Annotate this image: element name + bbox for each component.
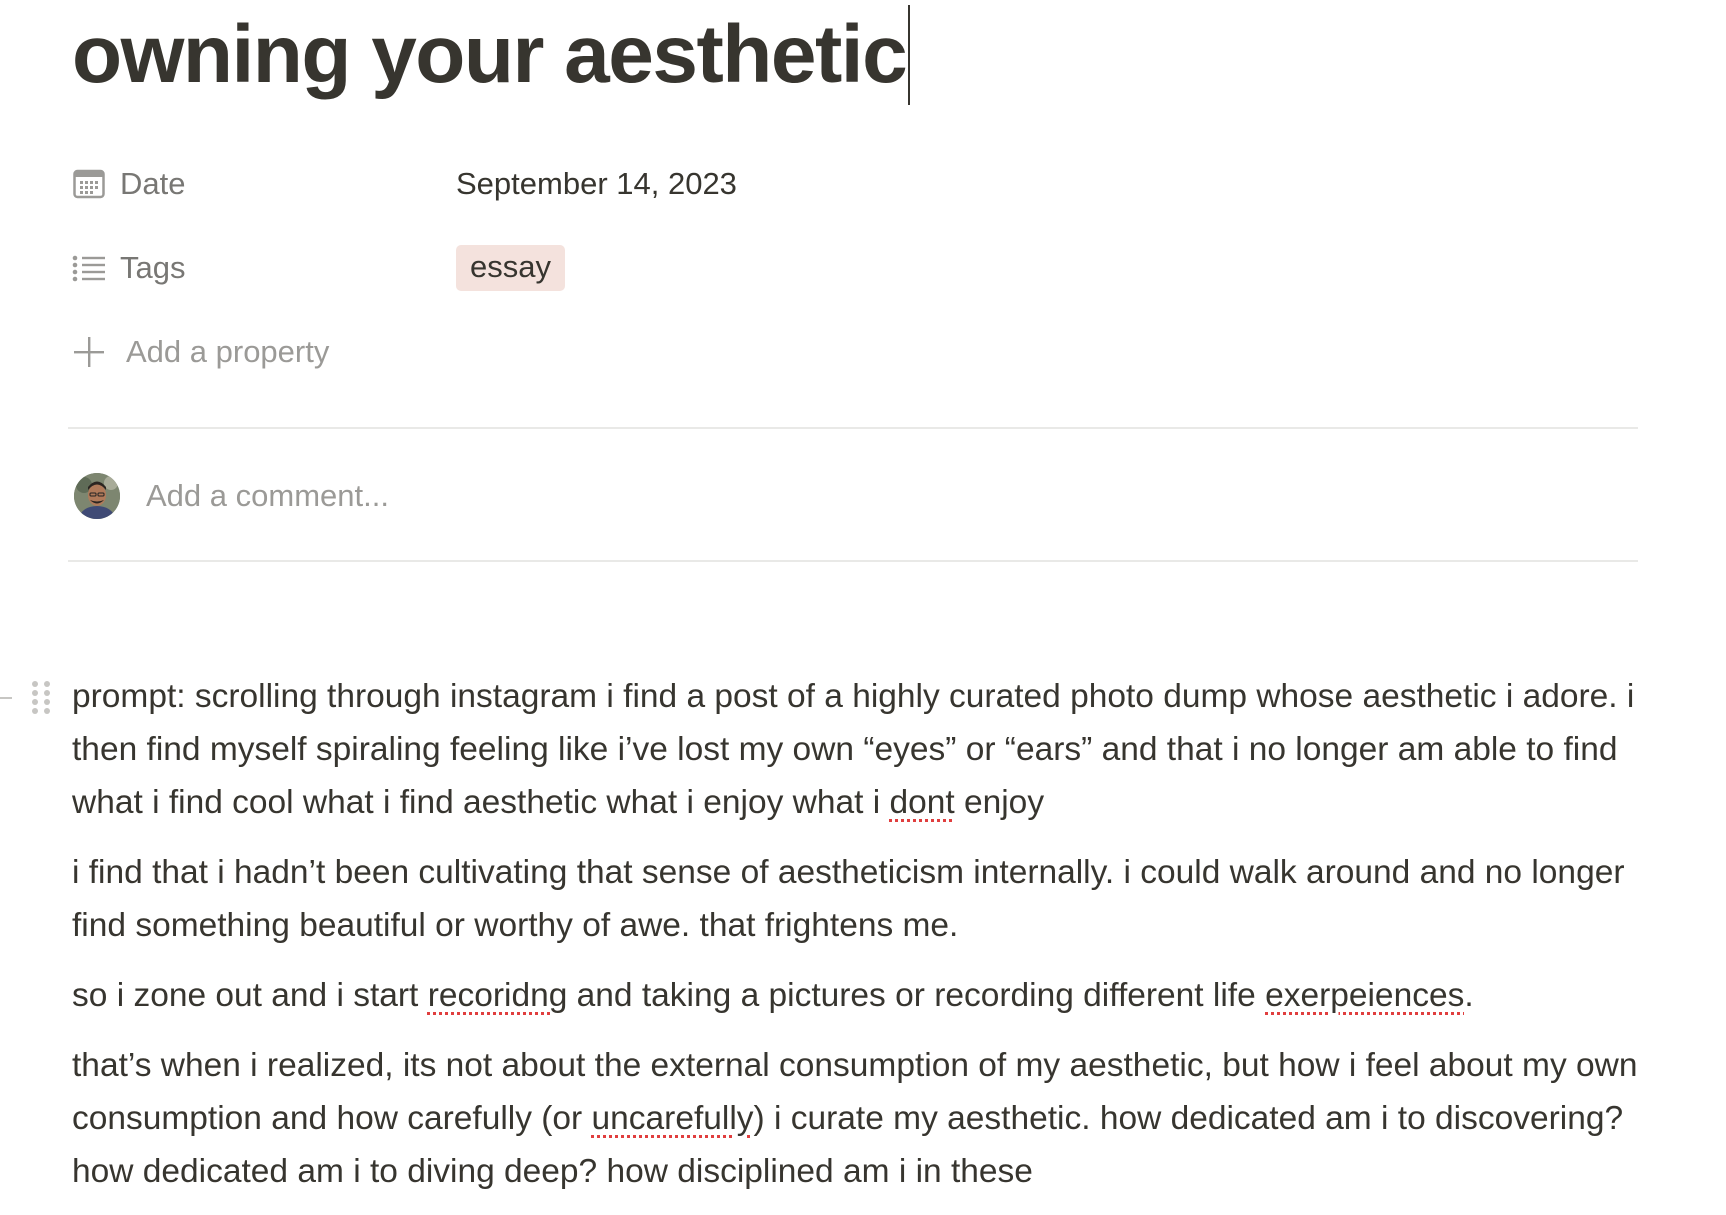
text-span: prompt: scrolling through instagram i fi… (72, 678, 1635, 821)
add-property-label-group: Add a property (72, 334, 456, 370)
date-value[interactable]: September 14, 2023 (456, 166, 737, 202)
text-span: and taking a pictures or recording diffe… (567, 977, 1266, 1014)
block-indicator (0, 697, 12, 699)
misspelled-word: dont (889, 784, 955, 821)
text-span: . (1464, 977, 1474, 1014)
tags-value[interactable]: essay (456, 245, 565, 291)
notion-page: owning your aesthetic Date September 14,… (0, 0, 1726, 1206)
text-block[interactable]: i find that i hadn’t been cultivating th… (72, 846, 1642, 952)
property-row-date: Date September 14, 2023 (72, 162, 1632, 206)
property-row-tags: Tags essay (72, 245, 1632, 291)
text-caret (908, 5, 911, 105)
comment-row[interactable]: Add a comment... (74, 468, 389, 524)
page-title-container[interactable]: owning your aesthetic (72, 0, 911, 110)
text-block[interactable]: prompt: scrolling through instagram i fi… (72, 670, 1642, 829)
calendar-icon (72, 167, 106, 201)
misspelled-word: recoridng (427, 977, 568, 1014)
comments-divider (68, 560, 1638, 562)
user-avatar (74, 473, 120, 519)
add-property-button[interactable]: Add a property (72, 330, 1632, 374)
text-block[interactable]: that’s when i realized, its not about th… (72, 1039, 1642, 1198)
property-label-tags: Tags (120, 250, 186, 285)
list-icon (72, 251, 106, 285)
text-span: i find that i hadn’t been cultivating th… (72, 854, 1625, 944)
property-name-date[interactable]: Date (72, 166, 456, 202)
text-span: so i zone out and i start (72, 977, 428, 1014)
misspelled-word: uncarefully (591, 1100, 754, 1137)
plus-icon (72, 335, 106, 369)
drag-handle-icon[interactable] (30, 680, 52, 714)
page-title[interactable]: owning your aesthetic (72, 14, 908, 96)
tag-essay[interactable]: essay (456, 245, 565, 291)
properties-divider (68, 427, 1638, 429)
add-property-label: Add a property (126, 334, 330, 369)
comment-input[interactable]: Add a comment... (146, 478, 389, 514)
page-body[interactable]: prompt: scrolling through instagram i fi… (72, 670, 1642, 1215)
misspelled-word: exerpeiences (1265, 977, 1465, 1014)
property-label-date: Date (120, 166, 186, 201)
text-span: enjoy (954, 784, 1045, 821)
property-name-tags[interactable]: Tags (72, 250, 456, 286)
text-block[interactable]: so i zone out and i start recoridng and … (72, 969, 1642, 1022)
